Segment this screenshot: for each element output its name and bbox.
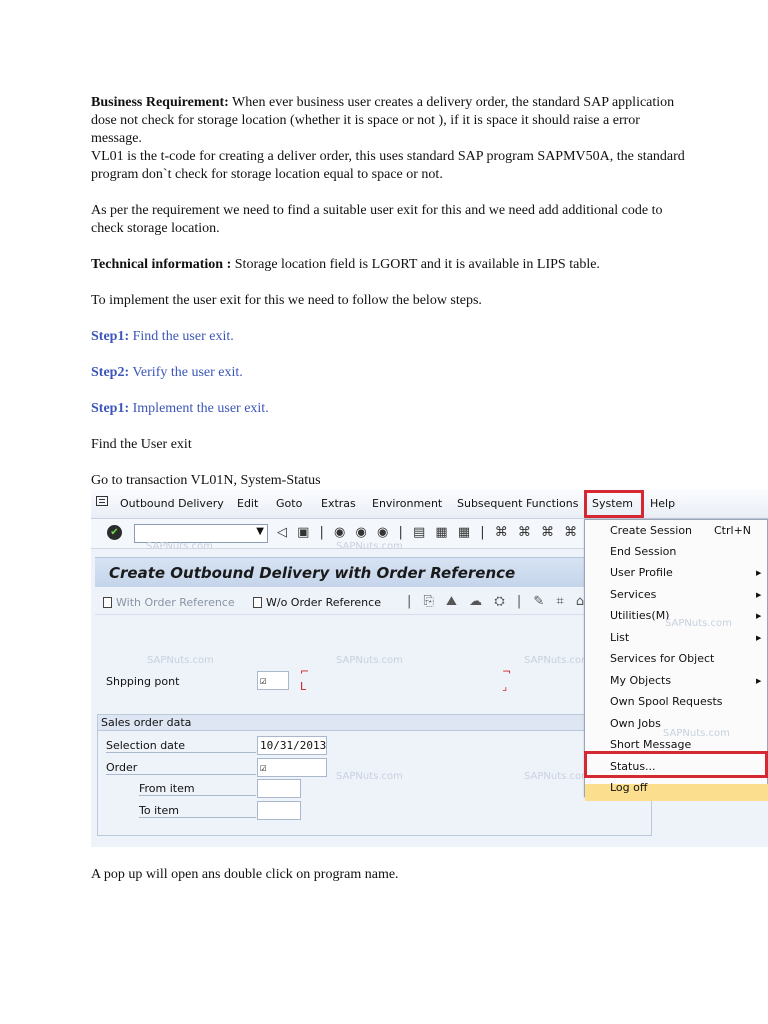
range-bracket-top-left: ⌐ [300,665,310,678]
document-body: Business Requirement: When ever business… [91,94,691,490]
technical-info-paragraph: Technical information : Storage location… [91,256,691,274]
sales-order-data-title: Sales order data [101,716,192,729]
order-field[interactable]: ☑ [257,758,327,777]
with-order-reference-label: With Order Reference [116,596,235,609]
watermark: SAPNuts.com [336,541,403,552]
step3-paragraph: Step1: Implement the user exit. [91,400,691,418]
vl01-paragraph: VL01 is the t-code for creating a delive… [91,149,685,182]
menu-help[interactable]: Help [650,497,675,510]
create-session-shortcut: Ctrl+N [714,524,752,537]
toolbar-icons[interactable]: ◁ ▣ | ◉ ◉ ◉ | ▤ ▦ ▦ | ⌘ ⌘ ⌘ ⌘ | [277,525,595,540]
step3-text: Implement the user exit. [129,401,269,416]
menu-environment[interactable]: Environment [372,497,442,510]
menu-edit[interactable]: Edit [237,497,258,510]
implement-paragraph: To implement the user exit for this we n… [91,293,482,308]
menu-item-end-session[interactable]: End Session [610,545,676,558]
menu-item-services-for-object[interactable]: Services for Object [610,652,714,665]
menu-item-user-profile[interactable]: User Profile [610,566,673,579]
document-icon [253,597,262,608]
selection-date-field[interactable]: 10/31/2013 [257,736,327,755]
menu-item-own-spool-requests[interactable]: Own Spool Requests [610,695,723,708]
application-toolbar-icons[interactable]: | ⎘ ⛰ ☁ ⛭ | ✎ ⌗ ⌂ [407,594,588,609]
step2-text: Verify the user exit. [129,365,243,380]
menu-item-log-off[interactable]: Log off [610,781,647,794]
submenu-arrow-icon: ▶ [756,591,762,599]
watermark: SAPNuts.com [524,771,591,782]
menu-extras[interactable]: Extras [321,497,356,510]
goto-transaction-paragraph: Go to transaction VL01N, System-Status [91,473,321,488]
shipping-point-field[interactable]: ☑ [257,671,289,690]
sales-order-data-header: Sales order data [98,715,651,731]
watermark: SAPNuts.com [524,655,591,666]
submenu-arrow-icon: ▶ [756,612,762,620]
step1-text: Find the user exit. [129,329,234,344]
menu-outbound-delivery[interactable]: Outbound Delivery [120,497,224,510]
to-item-field[interactable] [257,801,301,820]
watermark: SAPNuts.com [336,655,403,666]
sap-screenshot: Outbound Delivery Edit Goto Extras Envir… [91,489,768,847]
wo-order-reference-button[interactable]: W/o Order Reference [253,596,381,609]
screen-title: Create Outbound Delivery with Order Refe… [109,564,516,582]
menu-item-utilities[interactable]: Utilities(M) [610,609,669,622]
to-item-label: To item [139,804,256,818]
order-label: Order [106,761,256,775]
step1-paragraph: Step1: Find the user exit. [91,328,691,346]
technical-info-text: Storage location field is LGORT and it i… [231,257,600,272]
caption-paragraph: A pop up will open ans double click on p… [91,867,399,882]
step2-label: Step2: [91,365,130,380]
step2-paragraph: Step2: Verify the user exit. [91,364,691,382]
watermark: SAPNuts.com [663,728,730,739]
menu-item-short-message[interactable]: Short Message [610,738,691,751]
sap-menubar: Outbound Delivery Edit Goto Extras Envir… [91,489,768,519]
watermark: SAPNuts.com [147,655,214,666]
requirement-paragraph: As per the requirement we need to find a… [91,203,663,236]
menu-subsequent-functions[interactable]: Subsequent Functions [457,497,578,510]
range-bracket-top-right: ¬ [502,665,512,678]
from-item-label: From item [139,782,256,796]
step1-label: Step1: [91,329,130,344]
submenu-arrow-icon: ▶ [756,569,762,577]
with-order-reference-button[interactable]: With Order Reference [103,596,235,609]
menu-item-list[interactable]: List [610,631,629,644]
selection-date-label: Selection date [106,739,256,753]
status-item-highlight-box [584,751,768,778]
menu-item-services[interactable]: Services [610,588,656,601]
watermark: SAPNuts.com [146,541,213,552]
business-requirement-label: Business Requirement: [91,95,229,110]
document-icon [103,597,112,608]
watermark: SAPNuts.com [665,618,732,629]
find-user-exit-paragraph: Find the User exit [91,437,192,452]
enter-check-icon[interactable]: ✔ [107,525,122,540]
system-menu-highlight-box [584,490,644,518]
range-bracket-bottom-right: ⌟ [502,680,508,693]
step3-label: Step1: [91,401,130,416]
menu-icon[interactable] [96,496,108,506]
from-item-field[interactable] [257,779,301,798]
range-bracket-bottom-left: L [300,680,307,693]
submenu-arrow-icon: ▶ [756,634,762,642]
menu-goto[interactable]: Goto [276,497,302,510]
submenu-arrow-icon: ▶ [756,677,762,685]
business-requirement-paragraph: Business Requirement: When ever business… [91,94,691,148]
technical-info-label: Technical information : [91,257,232,272]
menu-item-own-jobs[interactable]: Own Jobs [610,717,661,730]
chevron-down-icon[interactable]: ▼ [256,526,264,537]
wo-order-reference-label: W/o Order Reference [266,596,381,609]
watermark: SAPNuts.com [336,771,403,782]
menu-item-my-objects[interactable]: My Objects [610,674,671,687]
shipping-point-label: Shpping pont [106,675,180,688]
menu-item-create-session[interactable]: Create Session [610,524,692,537]
